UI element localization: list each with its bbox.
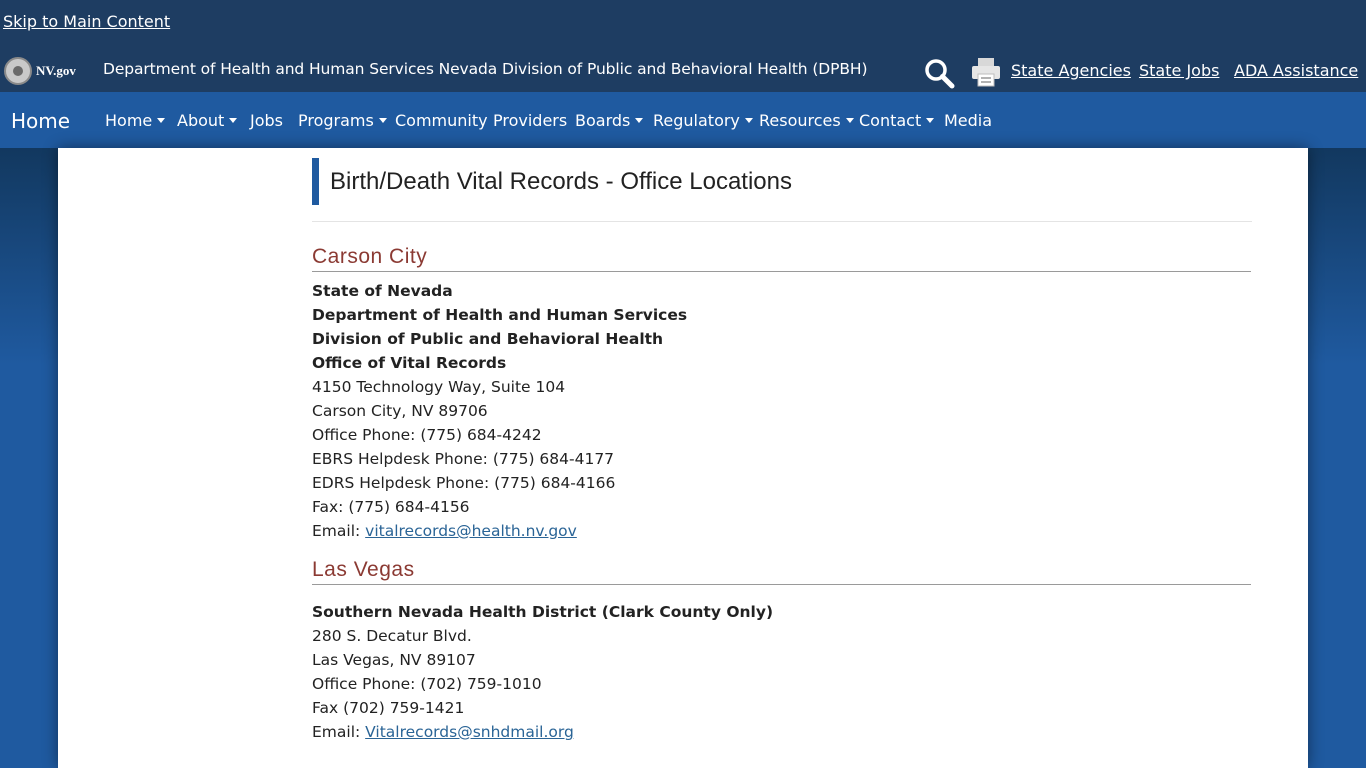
title-accent-bar — [312, 158, 319, 205]
address-line: Carson City, NV 89706 — [312, 402, 488, 420]
nav-contact[interactable]: Contact — [859, 111, 935, 130]
caret-down-icon — [926, 118, 935, 123]
org-line: Office of Vital Records — [312, 354, 507, 372]
email-line: Email: Vitalrecords@snhdmail.org — [312, 720, 773, 744]
ebrs-phone: EBRS Helpdesk Phone: (775) 684-4177 — [312, 450, 615, 468]
nav-programs[interactable]: Programs — [298, 111, 387, 130]
nav-regulatory-label: Regulatory — [653, 111, 740, 130]
org-line: Southern Nevada Health District (Clark C… — [312, 603, 774, 621]
nav-providers[interactable]: Providers — [493, 111, 567, 130]
nav-about-label: About — [177, 111, 225, 130]
org-line: Division of Public and Behavioral Health — [312, 330, 664, 348]
las-vegas-heading: Las Vegas — [312, 558, 1251, 585]
nav-jobs[interactable]: Jobs — [250, 111, 283, 130]
nav-boards-label: Boards — [575, 111, 631, 130]
page-title-block: Birth/Death Vital Records - Office Locat… — [312, 158, 1252, 222]
nav-programs-label: Programs — [298, 111, 374, 130]
address-line: Las Vegas, NV 89107 — [312, 651, 476, 669]
nav-home-label: Home — [105, 111, 153, 130]
carson-city-heading: Carson City — [312, 245, 1251, 272]
nav-regulatory[interactable]: Regulatory — [653, 111, 753, 130]
caret-down-icon — [744, 118, 753, 123]
state-agencies-link[interactable]: State Agencies — [1011, 61, 1131, 80]
caret-down-icon — [378, 118, 387, 123]
top-utility-bar: Skip to Main Content NV.gov Department o… — [0, 0, 1366, 92]
email-label: Email: — [312, 723, 366, 741]
nav-resources-label: Resources — [759, 111, 841, 130]
caret-down-icon — [635, 118, 644, 123]
caret-down-icon — [157, 118, 166, 123]
org-line: Department of Health and Human Services — [312, 306, 688, 324]
nav-about[interactable]: About — [177, 111, 238, 130]
address-line: 4150 Technology Way, Suite 104 — [312, 378, 566, 396]
address-line: 280 S. Decatur Blvd. — [312, 627, 472, 645]
nav-resources[interactable]: Resources — [759, 111, 854, 130]
nav-community[interactable]: Community — [395, 111, 488, 130]
office-phone: Office Phone: (775) 684-4242 — [312, 426, 542, 444]
search-icon[interactable] — [923, 57, 955, 89]
nav-contact-label: Contact — [859, 111, 922, 130]
skip-to-content-link[interactable]: Skip to Main Content — [3, 12, 170, 31]
printer-icon[interactable] — [970, 56, 1002, 88]
nav-media[interactable]: Media — [944, 111, 992, 130]
vegas-email-link[interactable]: Vitalrecords@snhdmail.org — [365, 723, 574, 741]
las-vegas-details: Southern Nevada Health District (Clark C… — [312, 600, 773, 744]
page-title: Birth/Death Vital Records - Office Locat… — [330, 168, 792, 195]
org-line: State of Nevada — [312, 282, 453, 300]
edrs-phone: EDRS Helpdesk Phone: (775) 684-4166 — [312, 474, 616, 492]
caret-down-icon — [229, 118, 238, 123]
email-label: Email: — [312, 522, 366, 540]
carson-email-link[interactable]: vitalrecords@health.nv.gov — [365, 522, 577, 540]
department-name: Department of Health and Human Services … — [103, 60, 868, 78]
main-content: Birth/Death Vital Records - Office Locat… — [58, 148, 1308, 768]
fax-line: Fax (702) 759-1421 — [312, 699, 465, 717]
state-jobs-link[interactable]: State Jobs — [1139, 61, 1219, 80]
carson-city-details: State of Nevada Department of Health and… — [312, 279, 687, 543]
nav-boards[interactable]: Boards — [575, 111, 644, 130]
nv-gov-logo[interactable]: NV.gov — [36, 63, 76, 79]
fax-line: Fax: (775) 684-4156 — [312, 498, 470, 516]
email-line: Email: vitalrecords@health.nv.gov — [312, 519, 687, 543]
caret-down-icon — [845, 118, 854, 123]
office-phone: Office Phone: (702) 759-1010 — [312, 675, 542, 693]
nav-home[interactable]: Home — [105, 111, 166, 130]
nav-brand-home[interactable]: Home — [11, 109, 70, 133]
main-navbar: Home Home About Jobs Programs Community … — [0, 92, 1366, 148]
nevada-seal-icon[interactable] — [4, 57, 32, 85]
ada-assistance-link[interactable]: ADA Assistance — [1234, 61, 1358, 80]
